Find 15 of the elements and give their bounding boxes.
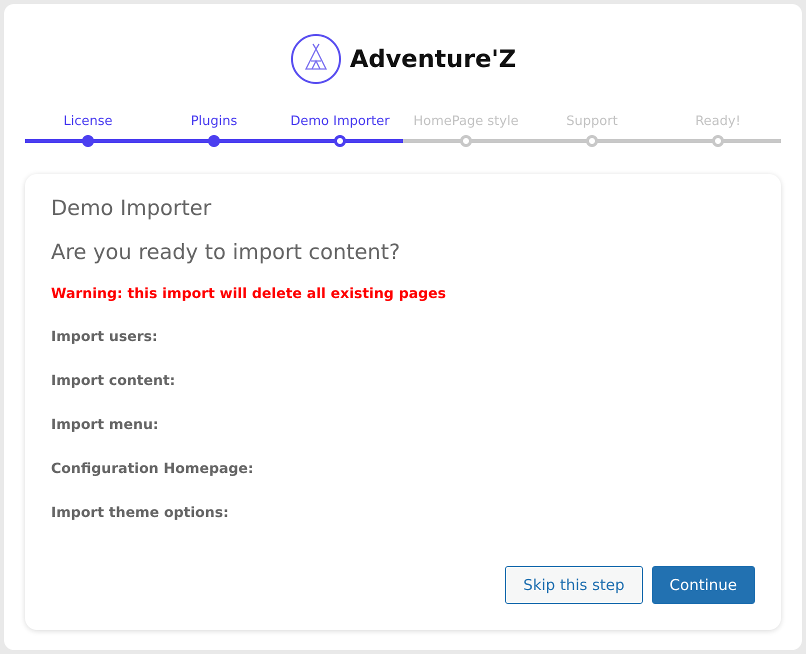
option-label: Import menu: (51, 417, 160, 433)
step-label[interactable]: Plugins (190, 114, 238, 134)
option-label: Import users: (51, 329, 159, 345)
warning-text: Warning: this import will delete all existing pages (51, 286, 448, 302)
skip-button[interactable]: Skip this step (505, 566, 643, 604)
question-heading: Are you ready to import content? (51, 240, 402, 264)
logo-text: Adventure'Z (350, 45, 516, 73)
option-label: Import content: (51, 373, 176, 389)
tent-logo-icon (290, 33, 342, 85)
step-label[interactable]: Demo Importer (290, 114, 390, 134)
option-label: Import theme options: (51, 505, 230, 521)
continue-button[interactable]: Continue (652, 566, 755, 604)
option-label: Configuration Homepage: (51, 461, 255, 477)
step-label[interactable]: License (63, 114, 112, 134)
section-title: Demo Importer (51, 196, 212, 220)
